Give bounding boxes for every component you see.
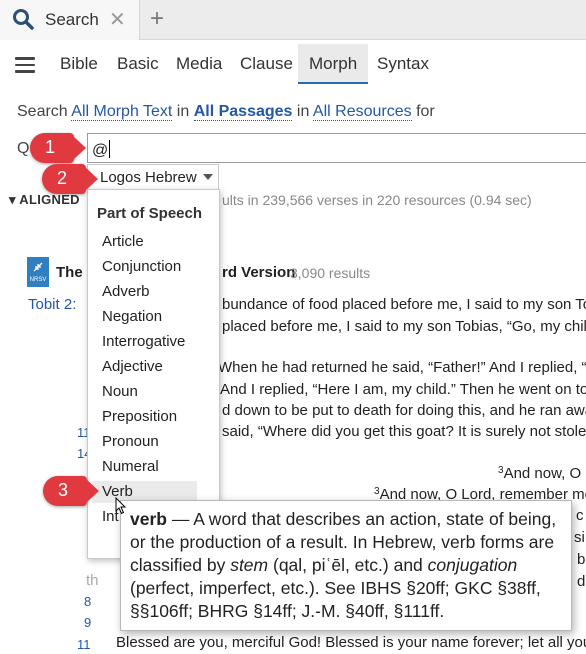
tab-title: Search	[45, 10, 99, 29]
mouse-cursor-icon	[115, 497, 127, 515]
tooltip-text-2: (qal, piʿēl, etc.) and	[268, 555, 428, 575]
result-line[interactable]: placed before me, I said to my son Tobia…	[222, 318, 586, 335]
resource-title-tail[interactable]: rd Version	[222, 264, 295, 281]
result-fragment: b	[577, 551, 586, 568]
resources-link[interactable]: All Resources	[312, 103, 412, 121]
query-value: @	[92, 142, 109, 159]
result-line[interactable]: 3And now, O L	[498, 465, 586, 482]
language-label: Logos Hebrew	[100, 169, 197, 186]
text-caret	[109, 140, 111, 158]
tab-media[interactable]: Media	[176, 54, 222, 74]
result-line[interactable]: d down to be put to death for doing this…	[222, 402, 586, 419]
result-line-text: And now, O L	[503, 465, 586, 482]
menu-item-negation[interactable]: Negation	[102, 308, 202, 325]
result-fragment: c	[576, 507, 584, 524]
language-dropdown[interactable]: Logos Hebrew	[87, 164, 219, 190]
scope-link[interactable]: All Morph Text	[71, 103, 173, 121]
menu-item-interrogative[interactable]: Interrogative	[102, 333, 202, 350]
tooltip-text-3: (perfect, imperfect, etc.). See IBHS §20…	[130, 578, 541, 621]
resource-logo: NRSV	[27, 257, 49, 287]
menu-item-conjunction[interactable]: Conjunction	[102, 258, 202, 275]
search-scope-line: Search All Morph Text in All Passages in…	[17, 103, 435, 121]
verb-tooltip: verb — A word that describes an action, …	[120, 500, 572, 631]
aligned-label: ALIGNED	[19, 192, 80, 207]
result-line[interactable]: Blessed are you, merciful God! Blessed i…	[116, 634, 586, 651]
tooltip-stem: stem	[230, 555, 269, 575]
verse-reference[interactable]: Tobit 2:	[28, 296, 76, 313]
for-text: for	[416, 103, 435, 120]
query-input[interactable]: @	[87, 133, 586, 163]
menu-item-article[interactable]: Article	[102, 233, 202, 250]
tab-morph[interactable]: Morph	[298, 44, 369, 84]
tab-clause[interactable]: Clause	[240, 54, 293, 74]
results-summary: ults in 239,566 verses in 220 resources …	[222, 192, 532, 208]
chevron-down-icon	[202, 174, 213, 180]
result-line[interactable]: And I replied, “Here I am, my child.” Th…	[220, 381, 586, 398]
callout-2: 2	[42, 164, 98, 194]
new-tab-button[interactable]: +	[150, 5, 164, 33]
verse-number[interactable]: 9	[84, 615, 91, 630]
tab-basic[interactable]: Basic	[117, 54, 159, 74]
callout-3: 3	[43, 476, 99, 506]
tab-bible[interactable]: Bible	[60, 54, 98, 74]
leaf-icon	[33, 262, 43, 272]
tab-syntax[interactable]: Syntax	[377, 54, 429, 74]
menu-item-adverb[interactable]: Adverb	[102, 283, 202, 300]
resource-count: 3,090 results	[290, 265, 371, 281]
result-line[interactable]: bundance of food placed before me, I sai…	[222, 296, 586, 313]
result-fragment: th	[86, 572, 99, 589]
menu-item-numeral[interactable]: Numeral	[102, 458, 202, 475]
close-tab-icon[interactable]: ✕	[109, 7, 126, 32]
result-line[interactable]: said, “Where did you get this goat? It i…	[222, 423, 586, 440]
menu-heading: Part of Speech	[97, 205, 203, 222]
search-icon	[13, 9, 34, 30]
in-text: in	[176, 103, 190, 120]
tooltip-dash: —	[166, 509, 194, 529]
callout-1: 1	[30, 133, 86, 163]
tab-search[interactable]: Search ✕	[0, 0, 140, 40]
aligned-toggle[interactable]: ▾ ALIGNED	[9, 192, 80, 208]
verse-number[interactable]: 8	[84, 594, 91, 609]
result-line[interactable]: When he had returned he said, “Father!” …	[218, 359, 586, 376]
menu-item-noun[interactable]: Noun	[102, 383, 202, 400]
menu-item-pronoun[interactable]: Pronoun	[102, 433, 202, 450]
search-mode-bar: Bible Basic Media Clause Morph Syntax	[0, 40, 586, 86]
verse-number[interactable]: 11	[77, 637, 91, 652]
logo-text: NRSV	[29, 277, 47, 283]
in-text-2: in	[296, 103, 310, 120]
tooltip-conjugation: conjugation	[427, 555, 518, 575]
menu-item-adjective[interactable]: Adjective	[102, 358, 202, 375]
menu-item-preposition[interactable]: Preposition	[102, 408, 202, 425]
query-label: Q	[17, 140, 30, 157]
tab-bar: Search ✕ +	[0, 0, 586, 40]
search-prefix: Search	[17, 103, 68, 120]
passages-link[interactable]: All Passages	[193, 103, 293, 121]
result-fragment: si	[574, 529, 585, 546]
result-fragment: d	[577, 573, 586, 590]
tooltip-term: verb	[130, 509, 167, 529]
menu-icon[interactable]	[15, 57, 35, 73]
